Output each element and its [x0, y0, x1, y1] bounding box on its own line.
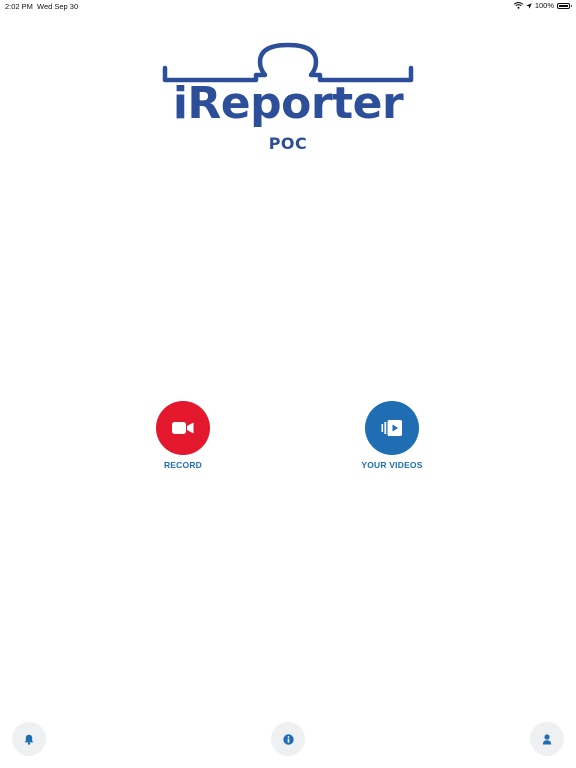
wifi-icon: [513, 2, 523, 9]
battery-fill: [559, 4, 568, 7]
video-camera-icon: [172, 422, 194, 434]
logo-subtitle: POC: [268, 134, 308, 153]
battery-percent: 100%: [534, 1, 554, 10]
record-label[interactable]: RECORD: [128, 460, 238, 470]
location-arrow-icon: [526, 2, 532, 9]
status-time: 2:02 PM: [5, 2, 33, 11]
status-date: Wed Sep 30: [37, 2, 79, 11]
your-videos-label[interactable]: YOUR VIDEOS: [337, 460, 447, 470]
info-icon: [282, 733, 294, 745]
status-bar: 2:02 PM Wed Sep 30 100%: [0, 0, 576, 14]
record-button[interactable]: [156, 401, 210, 455]
video-library-icon: [381, 420, 402, 436]
app-logo: iReporter POC: [160, 40, 416, 160]
logo-title: iReporter: [172, 78, 404, 129]
status-indicators: 100%: [513, 1, 572, 10]
info-button[interactable]: [271, 722, 305, 756]
profile-button[interactable]: [530, 722, 564, 756]
battery-icon: [557, 2, 572, 9]
record-action[interactable]: RECORD: [128, 401, 238, 470]
user-icon: [542, 733, 552, 744]
your-videos-action[interactable]: YOUR VIDEOS: [337, 401, 447, 470]
notifications-button[interactable]: [12, 722, 46, 756]
bell-icon: [24, 734, 34, 745]
app-screen: 2:02 PM Wed Sep 30 100% iReporter POC RE…: [0, 0, 576, 768]
your-videos-button[interactable]: [365, 401, 419, 455]
